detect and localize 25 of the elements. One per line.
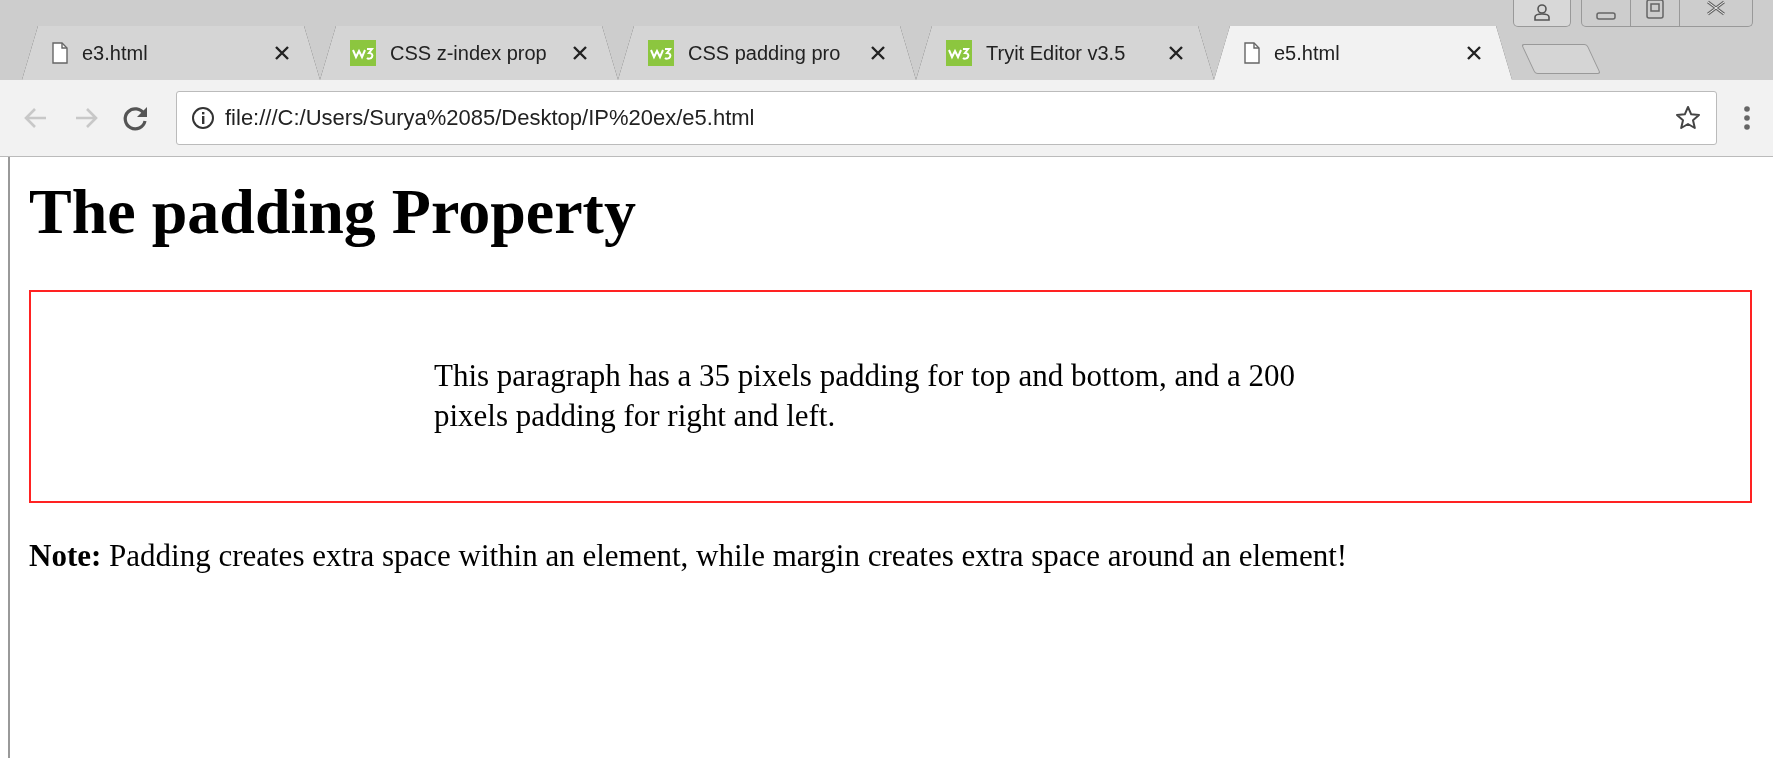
logo-icon [648,40,674,66]
profile-button[interactable] [1513,0,1571,27]
menu-icon[interactable] [1743,105,1751,131]
close-icon[interactable] [274,45,290,61]
address-bar[interactable]: file:///C:/Users/Surya%2085/Desktop/IP%20ex/e5.html [176,91,1717,145]
browser-tab[interactable]: CSS padding pro [618,26,916,80]
info-icon[interactable] [191,106,215,130]
note-text: Note: Padding creates extra space within an element, while margin creates extra space around an element! [29,537,1349,575]
browser-tab[interactable]: e5.html [1214,26,1512,80]
close-icon[interactable] [870,45,886,61]
page-icon [52,42,68,64]
browser-tab[interactable]: CSS z-index prop [320,26,618,80]
page-icon [1244,42,1260,64]
browser-tab[interactable]: e3.html [22,26,320,80]
close-icon[interactable] [572,45,588,61]
close-icon[interactable] [1168,45,1184,61]
logo-icon [946,40,972,66]
url-text: file:///C:/Users/Surya%2085/Desktop/IP%20ex/e5.html [225,105,756,131]
logo-icon [350,40,376,66]
paragraph-text: This paragraph has a 35 pixels padding for top and bottom, and a 200 pixels padding for right and left. [434,357,1296,435]
page-heading: The padding Property [29,175,637,249]
star-icon[interactable] [1674,104,1702,132]
browser-tab[interactable]: Tryit Editor v3.5 [916,26,1214,80]
reload-button[interactable] [122,104,150,132]
close-icon[interactable] [1466,45,1482,61]
